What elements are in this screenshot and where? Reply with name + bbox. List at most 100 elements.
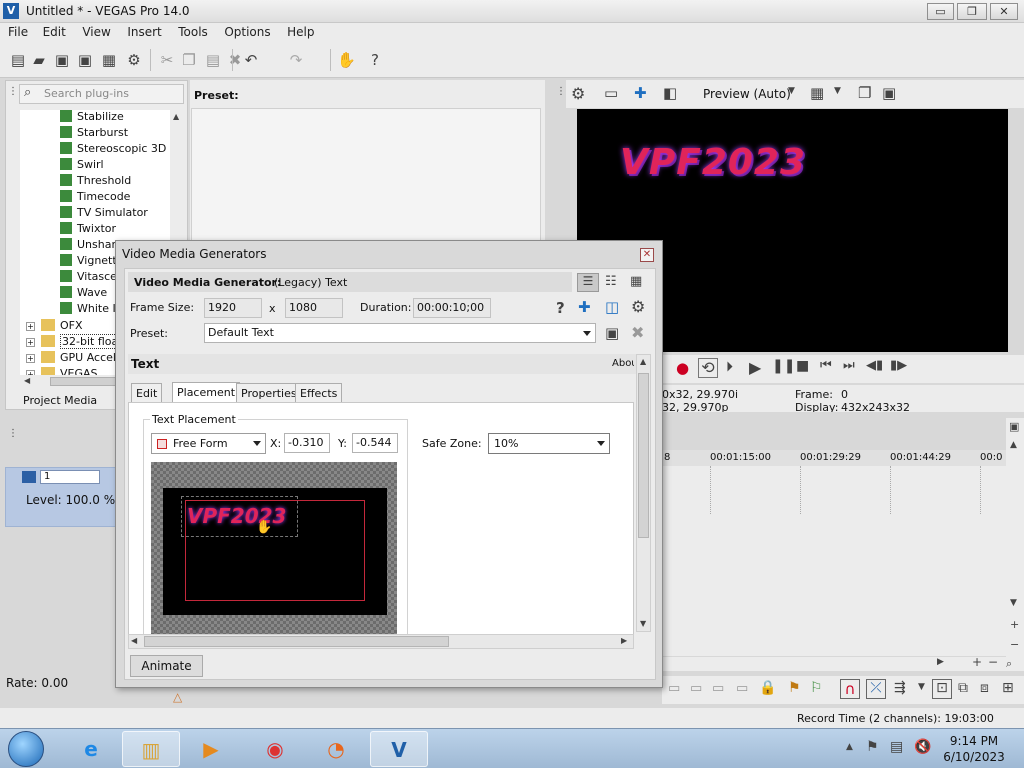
duration-field[interactable]: 00:00:10;00 — [413, 298, 491, 318]
list-view-icon[interactable]: ☰ — [577, 273, 599, 292]
go-to-end-icon[interactable]: ⏭ — [843, 358, 855, 373]
about-link[interactable]: About — [612, 358, 634, 369]
paste-icon[interactable]: ▤ — [204, 51, 222, 69]
scroll-thumb[interactable] — [144, 636, 449, 647]
dialog-vertical-scrollbar[interactable]: ▲ ▼ — [636, 354, 651, 632]
insert-marker-icon[interactable]: ⚑ — [788, 680, 801, 696]
add-to-timeline-icon[interactable]: ✚ — [578, 298, 591, 316]
expand-icon[interactable]: + — [26, 322, 35, 331]
chevron-down-icon[interactable]: ▼ — [834, 86, 841, 96]
timeline-ruler[interactable]: 8 00:01:15:00 00:01:29:29 00:01:44:29 00… — [662, 450, 1007, 466]
delete-preset-icon[interactable]: ✖ — [631, 323, 644, 342]
undo-icon[interactable]: ↶ — [242, 51, 260, 69]
close-window-button[interactable]: ✕ — [990, 3, 1018, 20]
play-from-start-icon[interactable]: ⏵ — [726, 359, 733, 375]
tree-item[interactable]: Timecode — [60, 190, 130, 206]
play-icon[interactable]: ▶ — [749, 358, 761, 377]
vegas-pro-taskbar-icon[interactable]: V — [370, 731, 428, 767]
tree-item[interactable]: White I — [60, 302, 116, 318]
network-icon[interactable]: ▤ — [890, 739, 903, 755]
show-hidden-icons[interactable]: ▲ — [846, 742, 853, 752]
lock-envelopes-icon[interactable]: ⊡ — [932, 679, 952, 699]
dock-grip-icon[interactable]: ⋮ — [8, 86, 18, 97]
menu-help[interactable]: Help — [287, 23, 314, 39]
track-header[interactable]: 1 Level: 100.0 % — [5, 467, 117, 527]
stop-icon[interactable]: ■ — [796, 358, 809, 374]
trimmer-icon[interactable]: ⊞ — [1002, 680, 1014, 696]
pause-icon[interactable]: ❚❚ — [772, 358, 795, 374]
zoom-in-icon[interactable]: + — [1010, 618, 1019, 631]
dialog-close-button[interactable]: ✕ — [640, 248, 654, 262]
scroll-down-icon[interactable]: ▼ — [1010, 598, 1017, 608]
scroll-up-icon[interactable]: ▲ — [173, 112, 179, 121]
enable-snapping-icon[interactable]: ✋ — [337, 51, 356, 69]
insert-region-icon[interactable]: ⚐ — [810, 680, 823, 696]
menu-options[interactable]: Options — [224, 23, 270, 39]
preview-settings-icon[interactable]: ⚙ — [571, 84, 585, 103]
chevron-down-icon[interactable]: ▼ — [918, 682, 925, 692]
action-center-icon[interactable]: ⚑ — [866, 739, 879, 755]
save-snapshot-icon[interactable]: ▣ — [882, 84, 896, 102]
y-position-field[interactable]: -0.544 — [352, 433, 398, 453]
expand-icon[interactable]: + — [26, 354, 35, 363]
safe-zone-select[interactable]: 10% — [488, 433, 610, 454]
overlays-icon[interactable]: ▦ — [810, 84, 824, 102]
dock-grip-icon[interactable]: ⋮ — [556, 86, 566, 97]
media-player-icon[interactable]: ▶ — [182, 731, 240, 767]
copy-snapshot-icon[interactable]: ❐ — [858, 84, 871, 102]
menu-file[interactable]: File — [8, 23, 28, 39]
auto-ripple-icon[interactable]: ⧈ — [980, 680, 989, 696]
timeline-horizontal-scrollbar[interactable]: ▶ + − ⌕ — [662, 655, 1024, 671]
thumbnail-view-icon[interactable]: ▦ — [630, 274, 642, 289]
next-frame-icon[interactable]: ▮▶ — [890, 358, 907, 373]
scroll-right-icon[interactable]: ▶ — [621, 636, 627, 645]
open-icon[interactable]: ▰ — [30, 51, 48, 69]
zoom-tool-icon[interactable]: ⌕ — [1006, 657, 1012, 671]
timeline-vertical-scrollbar[interactable]: ▣ ▲ ▼ + − — [1006, 418, 1024, 670]
tree-item[interactable]: Swirl — [60, 158, 104, 174]
envelope-edit-icon[interactable]: ▭ — [690, 681, 702, 696]
tree-item[interactable]: Starburst — [60, 126, 128, 142]
help-icon[interactable]: ? — [556, 299, 565, 317]
tree-folder[interactable]: + OFX — [26, 319, 83, 335]
loop-playback-icon[interactable]: ⟲ — [698, 358, 718, 378]
firefox-icon[interactable]: ◔ — [307, 731, 365, 767]
tree-item[interactable]: Threshold — [60, 174, 131, 190]
scroll-left-icon[interactable]: ◀ — [131, 636, 137, 645]
plugin-search-input[interactable]: Search plug-ins — [19, 84, 184, 104]
help-icon[interactable]: ? — [366, 51, 384, 69]
system-clock[interactable]: 9:14 PM 6/10/2023 — [935, 733, 1013, 765]
tree-item[interactable]: Wave — [60, 286, 107, 302]
external-monitor-icon[interactable]: ▭ — [604, 84, 618, 102]
dock-grip-icon[interactable]: ⋮ — [8, 428, 18, 439]
ripple-edit-icon[interactable]: ⇶ — [894, 680, 906, 696]
placement-mode-select[interactable]: Free Form — [151, 433, 266, 454]
zoom-out-icon[interactable]: − — [1010, 638, 1019, 651]
tab-project-media[interactable]: Project Media — [23, 394, 97, 407]
details-view-icon[interactable]: ☷ — [605, 274, 617, 289]
preview-quality-select[interactable]: Preview (Auto) — [703, 87, 791, 101]
internet-explorer-icon[interactable]: e — [62, 731, 120, 767]
ignore-grouping-icon[interactable]: ⧉ — [958, 680, 968, 696]
snapping-icon[interactable]: ∩ — [840, 679, 860, 699]
tab-effects[interactable]: Effects — [295, 383, 343, 403]
previous-frame-icon[interactable]: ◀▮ — [866, 358, 883, 373]
new-icon[interactable]: ▤ — [9, 51, 27, 69]
tree-item[interactable]: Stabilize — [60, 110, 124, 126]
zoom-in-icon[interactable]: + — [972, 655, 982, 669]
preset-select[interactable]: Default Text — [204, 323, 596, 343]
auto-crossfade-icon[interactable]: ⤫ — [866, 679, 886, 699]
frame-height-field[interactable]: 1080 — [285, 298, 343, 318]
scroll-up-icon[interactable]: ▲ — [1010, 440, 1017, 450]
selection-edit-icon[interactable]: ▭ — [712, 681, 724, 696]
menu-tools[interactable]: Tools — [178, 23, 208, 39]
tree-folder[interactable]: + GPU Accele — [26, 351, 123, 367]
settings-icon[interactable]: ⚙ — [631, 297, 645, 316]
scroll-right-icon[interactable]: ▶ — [937, 657, 944, 667]
scroll-left-icon[interactable]: ◀ — [24, 376, 30, 385]
split-screen-icon[interactable]: ✚ — [634, 84, 647, 102]
redo-icon[interactable]: ↷ — [287, 51, 305, 69]
scroll-down-icon[interactable]: ▼ — [640, 619, 646, 628]
save-as-icon[interactable]: ▣ — [76, 51, 94, 69]
menu-insert[interactable]: Insert — [127, 23, 161, 39]
